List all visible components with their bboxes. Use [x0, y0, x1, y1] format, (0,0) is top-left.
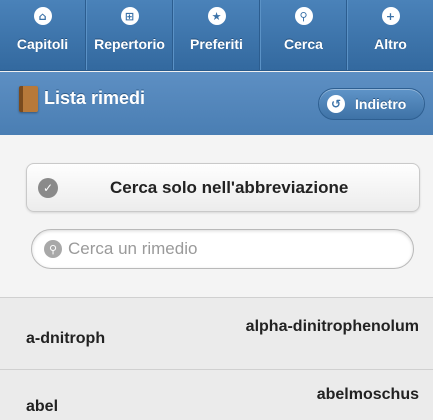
nav-label: Repertorio: [94, 36, 165, 52]
nav-label: Preferiti: [190, 36, 243, 52]
top-navbar: ⌂ Capitoli ⊞ Repertorio ★ Preferiti ⚲ Ce…: [0, 0, 433, 71]
search-input[interactable]: [68, 235, 398, 263]
page-title: Lista rimedi: [44, 88, 146, 108]
home-icon: ⌂: [33, 7, 52, 25]
remedy-abbreviation: a-dnitroph: [26, 330, 106, 347]
nav-label: Cerca: [284, 36, 323, 52]
back-arrow-icon: ↺: [327, 95, 345, 113]
remedy-abbreviation: abel: [26, 398, 59, 415]
nav-label: Capitoli: [16, 36, 69, 52]
checkmark-icon: ✓: [38, 178, 58, 198]
nav-item-altro[interactable]: + Altro: [347, 0, 433, 70]
remedy-name: alpha-dinitrophenolum: [245, 318, 419, 335]
nav-item-preferiti[interactable]: ★ Preferiti: [173, 0, 260, 70]
remedy-name: abelmoschus: [316, 386, 419, 403]
content-area: [0, 135, 433, 297]
nav-item-capitoli[interactable]: ⌂ Capitoli: [0, 0, 86, 70]
nav-item-repertorio[interactable]: ⊞ Repertorio: [86, 0, 173, 70]
back-button-label: Indietro: [355, 96, 407, 112]
back-button[interactable]: ↺ Indietro: [318, 88, 425, 120]
abbreviation-only-label: Cerca solo nell'abbreviazione: [110, 178, 349, 197]
list-item[interactable]: a-dnitroph alpha-dinitrophenolum: [0, 297, 433, 369]
nav-label: Altro: [374, 36, 407, 52]
list-item[interactable]: abel abelmoschus: [0, 369, 433, 420]
book-icon: [19, 86, 38, 112]
star-icon: ★: [207, 7, 226, 25]
plus-icon: +: [381, 7, 400, 25]
grid-icon: ⊞: [120, 7, 139, 25]
search-icon: ⚲: [44, 240, 62, 258]
nav-item-cerca[interactable]: ⚲ Cerca: [260, 0, 347, 70]
search-icon: ⚲: [294, 7, 313, 25]
